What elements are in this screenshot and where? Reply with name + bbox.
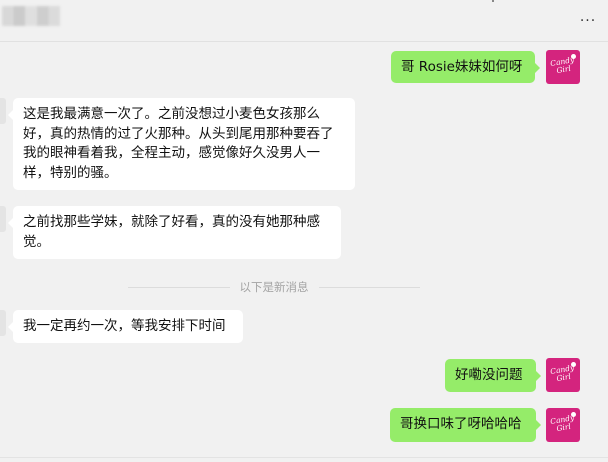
message-bubble-incoming[interactable]: 这是我最满意一次了。之前没想过小麦色女孩那么好，真的热情的过了火那种。从头到尾用…	[8, 98, 355, 190]
divider-line	[318, 286, 420, 288]
sender-avatar-edge[interactable]	[0, 310, 6, 336]
contact-name[interactable]	[2, 6, 60, 26]
message-text: 这是我最满意一次了。之前没想过小麦色女孩那么好，真的热情的过了火那种。从头到尾用…	[23, 106, 334, 181]
ellipsis-icon: ···	[579, 13, 597, 29]
message-bubble-outgoing[interactable]: 哥换口味了呀哈哈哈	[390, 408, 541, 442]
more-options-button[interactable]: ···	[576, 9, 600, 33]
message-bubble-incoming[interactable]: 之前找那些学妹，就除了好看，真的没有她那种感觉。	[8, 206, 341, 259]
message-bubble-incoming[interactable]: 我一定再约一次，等我安排下时间	[8, 310, 243, 343]
sender-avatar-edge[interactable]	[0, 206, 6, 232]
new-messages-divider: 以下是新消息	[128, 278, 420, 296]
chat-window: ··· 哥 Rosie妹妹如何呀 Candy Girl 这是我最满意一次了。之前…	[0, 0, 608, 462]
avatar[interactable]: Candy Girl	[546, 408, 580, 442]
message-bubble-outgoing[interactable]: 好嘞没问题	[445, 359, 541, 392]
sender-avatar-edge[interactable]	[0, 98, 6, 124]
message-text: 我一定再约一次，等我安排下时间	[23, 318, 226, 334]
input-area-divider	[0, 457, 608, 458]
message-bubble-outgoing[interactable]: 哥 Rosie妹妹如何呀	[391, 51, 540, 83]
divider-line	[128, 286, 230, 288]
avatar-logo: Candy Girl	[549, 55, 575, 76]
chat-header: ···	[0, 0, 608, 42]
avatar[interactable]: Candy Girl	[546, 358, 580, 392]
message-text: 之前找那些学妹，就除了好看，真的没有她那种感觉。	[23, 214, 320, 250]
avatar-logo: Candy Girl	[549, 413, 575, 434]
message-text: 哥换口味了呀哈哈哈	[400, 416, 522, 432]
message-text: 哥 Rosie妹妹如何呀	[401, 59, 523, 75]
message-text: 好嘞没问题	[455, 367, 523, 383]
avatar[interactable]: Candy Girl	[546, 50, 580, 84]
avatar-logo: Candy Girl	[549, 363, 575, 384]
divider-label: 以下是新消息	[239, 280, 309, 294]
header-dot	[492, 0, 494, 2]
